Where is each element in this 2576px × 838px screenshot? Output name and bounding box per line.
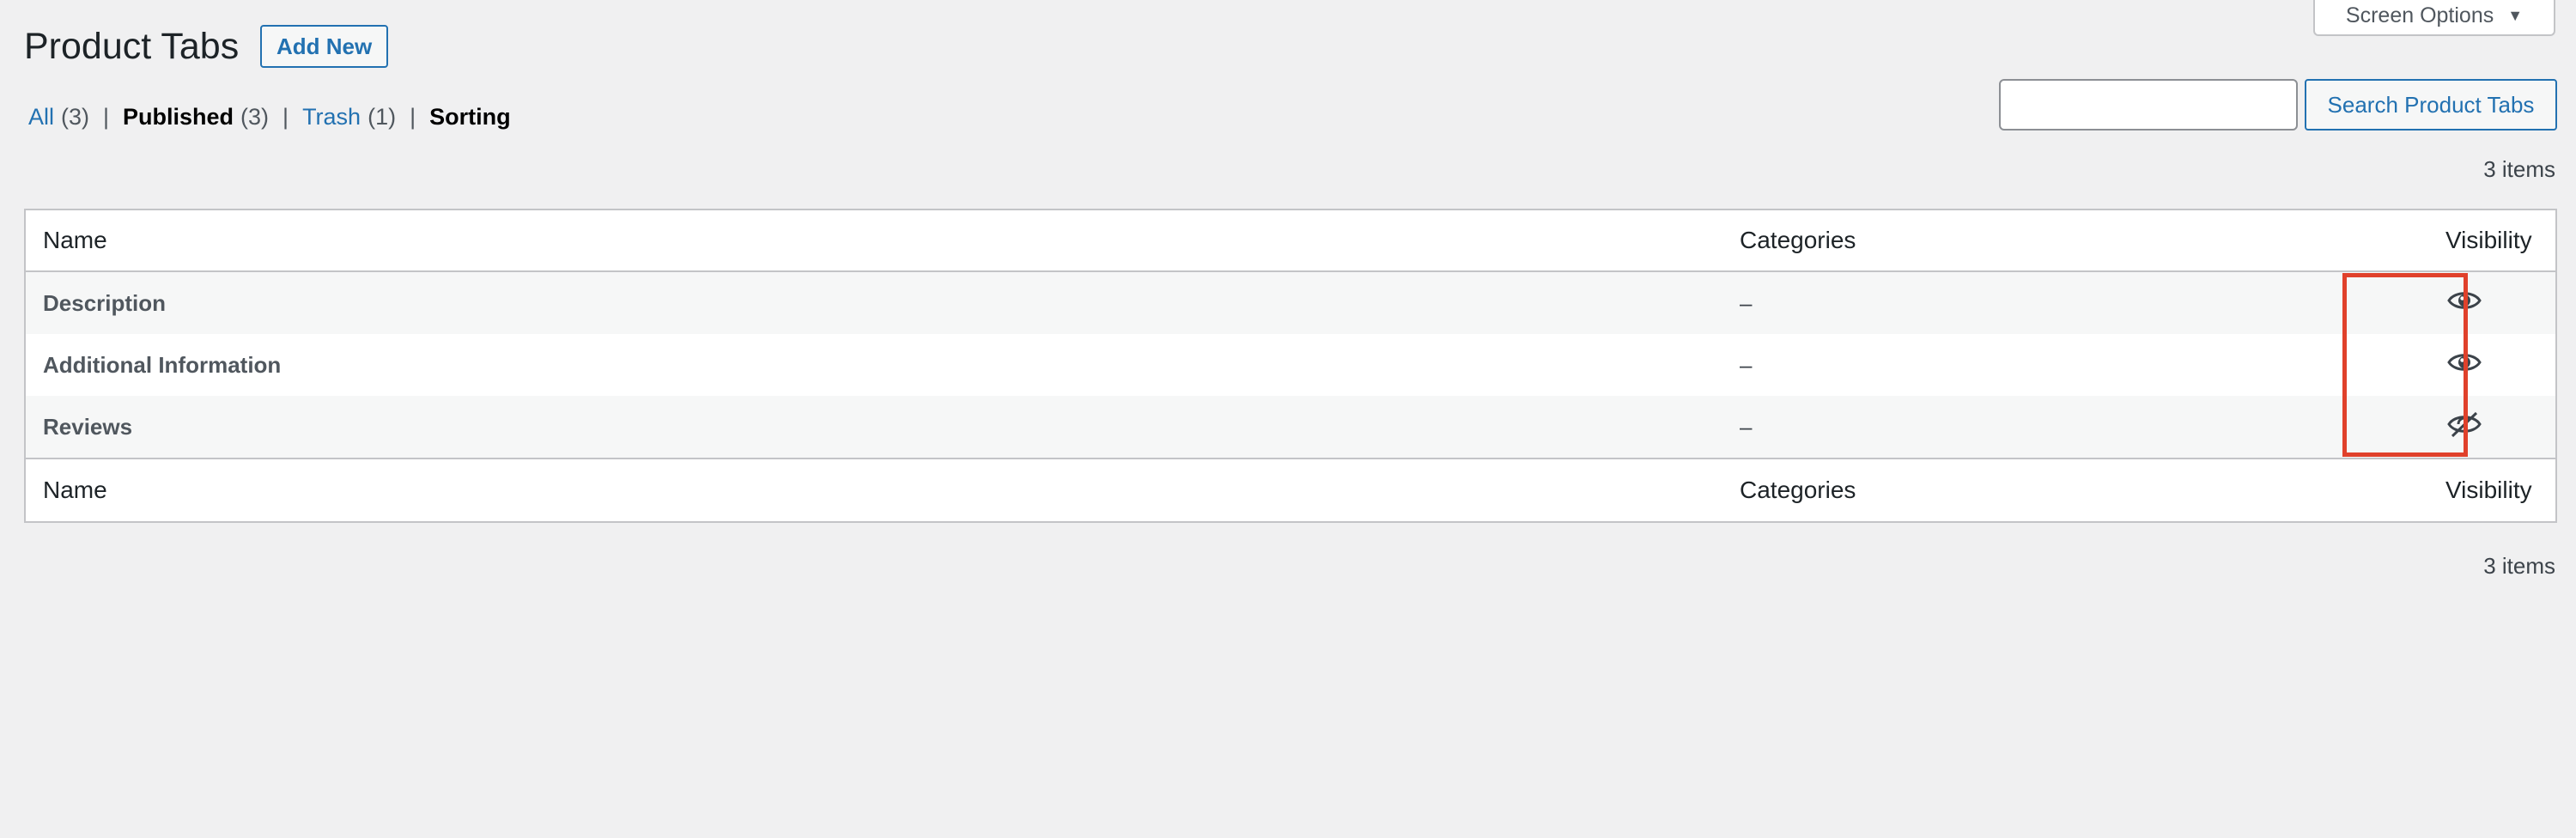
view-sorting-label[interactable]: Sorting — [429, 100, 511, 134]
column-header-name: Name — [26, 210, 1722, 272]
row-categories: – — [1722, 334, 2397, 396]
column-header-visibility: Visibility — [2397, 210, 2555, 272]
column-footer-categories: Categories — [1722, 458, 2397, 521]
table-row: Description – — [26, 271, 2555, 334]
table-row: Reviews – — [26, 396, 2555, 458]
column-header-categories: Categories — [1722, 210, 2397, 272]
view-sorting[interactable]: Sorting — [429, 100, 511, 134]
row-title-link[interactable]: Reviews — [43, 414, 132, 440]
row-title-link[interactable]: Additional Information — [43, 352, 281, 378]
eye-icon[interactable] — [2447, 350, 2482, 380]
view-trash-count: (1) — [368, 104, 397, 130]
triangle-down-icon: ▼ — [2507, 6, 2524, 24]
row-categories: – — [1722, 271, 2397, 334]
view-published-count: (3) — [240, 104, 270, 130]
view-separator: | — [410, 104, 416, 130]
row-title-link[interactable]: Description — [43, 290, 166, 316]
product-tabs-table: Name Categories Visibility Description – — [24, 209, 2557, 523]
view-trash[interactable]: Trash (1) — [302, 100, 396, 134]
table-footer-row: Name Categories Visibility — [26, 458, 2555, 521]
table-header-row: Name Categories Visibility — [26, 210, 2555, 272]
search-product-tabs-button[interactable]: Search Product Tabs — [2305, 79, 2557, 131]
screen-options-label: Screen Options — [2345, 3, 2494, 27]
view-trash-label[interactable]: Trash — [302, 100, 361, 134]
view-all-count: (3) — [61, 104, 90, 130]
items-count-bottom: 3 items — [2483, 553, 2555, 579]
view-published-label[interactable]: Published — [123, 100, 234, 134]
row-categories: – — [1722, 396, 2397, 458]
eye-icon[interactable] — [2447, 288, 2482, 319]
add-new-button[interactable]: Add New — [260, 25, 389, 68]
view-published[interactable]: Published (3) — [123, 100, 269, 134]
table-row: Additional Information – — [26, 334, 2555, 396]
search-input[interactable] — [1999, 79, 2298, 131]
page-title: Product Tabs — [24, 26, 240, 67]
column-footer-name: Name — [26, 458, 1722, 521]
column-footer-visibility: Visibility — [2397, 458, 2555, 521]
eye-slash-icon[interactable] — [2447, 410, 2482, 444]
items-count-top: 3 items — [2483, 156, 2555, 182]
view-separator: | — [283, 104, 289, 130]
product-tabs-page: Screen Options ▼ Product Tabs Add New Al… — [0, 0, 2576, 838]
view-all[interactable]: All (3) — [28, 100, 89, 134]
screen-options-button[interactable]: Screen Options ▼ — [2313, 0, 2555, 36]
view-all-label[interactable]: All — [28, 100, 54, 134]
status-views: All (3) | Published (3) | Trash (1) | So… — [28, 100, 511, 134]
view-separator: | — [103, 104, 110, 130]
